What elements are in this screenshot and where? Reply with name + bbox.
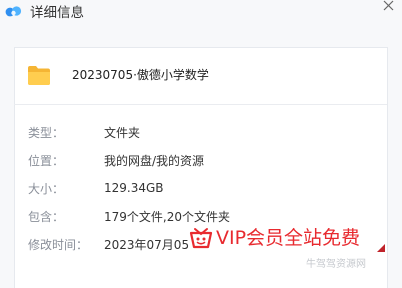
watermark-text: 牛驾驾资源网 bbox=[306, 259, 366, 270]
size-label: 大小： bbox=[28, 182, 65, 196]
contains-value: 179个文件,20个文件夹 bbox=[104, 210, 230, 224]
type-label: 类型： bbox=[28, 126, 65, 140]
modified-time-label: 修改时间： bbox=[28, 238, 89, 252]
close-icon[interactable] bbox=[381, 0, 395, 14]
folder-icon bbox=[28, 66, 50, 85]
type-value: 文件夹 bbox=[104, 126, 141, 140]
resize-corner-icon[interactable] bbox=[377, 244, 385, 252]
title-bar: 详细信息 bbox=[0, 0, 402, 26]
location-value[interactable]: 我的网盘/我的资源 bbox=[104, 153, 204, 169]
divider bbox=[14, 104, 387, 105]
size-value: 129.34GB bbox=[104, 181, 164, 195]
vip-promo-text: VIP会员全站免费 bbox=[216, 225, 361, 251]
vip-gift-icon bbox=[189, 228, 213, 249]
window-title: 详细信息 bbox=[30, 5, 84, 21]
contains-label: 包含： bbox=[28, 210, 65, 224]
folder-name: 20230705·傲德小学数学 bbox=[72, 68, 209, 82]
location-label: 位置： bbox=[28, 154, 65, 168]
vip-promo-banner: VIP会员全站免费 bbox=[188, 224, 384, 254]
baidu-netdisk-icon bbox=[5, 6, 22, 17]
modified-time-value: 2023年07月05 bbox=[104, 238, 190, 252]
